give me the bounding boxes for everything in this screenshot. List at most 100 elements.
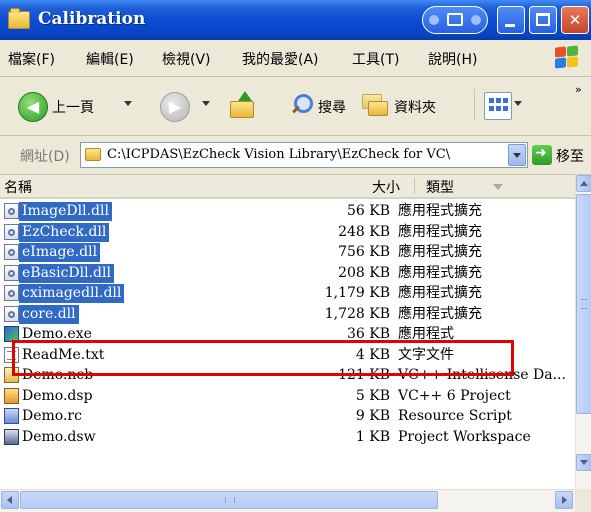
horizontal-scroll-thumb[interactable] xyxy=(20,491,438,509)
header-divider[interactable] xyxy=(414,178,415,194)
dll-file-icon xyxy=(4,264,19,281)
views-dropdown-icon[interactable] xyxy=(514,101,522,106)
vertical-scrollbar[interactable] xyxy=(575,175,591,489)
file-name[interactable]: core.dll xyxy=(19,304,79,324)
dot-icon xyxy=(471,15,481,25)
close-icon: ✕ xyxy=(568,11,582,29)
file-type: 應用程式擴充 xyxy=(398,305,482,322)
toolbar-overflow-icon[interactable]: » xyxy=(575,83,582,96)
file-name[interactable]: eBasicDll.dll xyxy=(19,263,114,283)
file-type: 應用程式擴充 xyxy=(398,264,482,281)
column-type[interactable]: 類型 xyxy=(426,177,454,197)
file-size: 1,179 KB xyxy=(324,285,390,301)
explorer-window: Calibration ✕ 檔案(F) 編輯(E) 檢視(V) 我的最愛(A) … xyxy=(0,0,591,512)
file-size: 208 KB xyxy=(338,264,390,281)
folders-button[interactable]: 資料夾 xyxy=(394,97,436,117)
address-input[interactable]: C:\ICPDAS\EzCheck Vision Library\EzCheck… xyxy=(80,142,528,168)
dll-file-icon xyxy=(4,305,19,322)
file-type: VC++ 6 Project xyxy=(398,387,511,404)
file-row[interactable]: ImageDll.dll 56 KB 應用程式擴充 xyxy=(0,201,575,221)
dll-file-icon xyxy=(4,244,19,260)
file-name[interactable]: Demo.dsp xyxy=(19,387,96,406)
dsw-file-icon xyxy=(4,428,19,445)
back-button[interactable]: ◀ xyxy=(18,92,48,122)
menu-file[interactable]: 檔案(F) xyxy=(8,49,55,69)
arrow-right-icon: ▶ xyxy=(168,97,182,116)
forward-dropdown-icon[interactable] xyxy=(202,101,210,106)
dot-icon xyxy=(429,15,439,25)
file-row[interactable]: eImage.dll 756 KB 應用程式擴充 xyxy=(0,242,575,262)
address-dropdown-button[interactable] xyxy=(508,144,526,166)
file-name[interactable]: Demo.dsw xyxy=(19,428,99,447)
resize-grip[interactable] xyxy=(575,489,591,512)
file-size: 248 KB xyxy=(338,223,390,240)
file-name[interactable]: EzCheck.dll xyxy=(19,222,110,242)
views-button[interactable] xyxy=(484,92,512,120)
search-button[interactable]: 搜尋 xyxy=(318,97,346,117)
file-size: 5 KB xyxy=(355,387,390,404)
file-type: 應用程式擴充 xyxy=(398,285,482,301)
file-type: Project Workspace xyxy=(398,428,531,445)
horizontal-scrollbar[interactable] xyxy=(0,489,575,512)
scroll-left-button[interactable] xyxy=(1,491,19,509)
file-row[interactable]: cximagedll.dll 1,179 KB 應用程式擴充 xyxy=(0,283,575,303)
taskbar-toggle-button[interactable] xyxy=(422,6,488,34)
back-label[interactable]: 上一頁 xyxy=(52,97,94,117)
file-type: 應用程式擴充 xyxy=(398,203,482,219)
windows-logo-icon xyxy=(555,45,579,69)
close-button[interactable]: ✕ xyxy=(561,6,589,34)
menu-help[interactable]: 說明(H) xyxy=(428,49,477,69)
address-path[interactable]: C:\ICPDAS\EzCheck Vision Library\EzCheck… xyxy=(107,147,450,162)
column-name[interactable]: 名稱 xyxy=(4,177,32,197)
forward-button[interactable]: ▶ xyxy=(160,92,190,122)
up-arrow-icon xyxy=(238,91,252,101)
search-icon[interactable] xyxy=(290,94,313,116)
sort-down-icon xyxy=(493,184,503,190)
go-button[interactable]: 移至 xyxy=(556,146,584,166)
folders-icon[interactable] xyxy=(362,94,388,116)
toolbar-separator xyxy=(474,89,475,121)
minimize-button[interactable] xyxy=(497,6,525,34)
file-type: Resource Script xyxy=(398,408,512,424)
file-type: 應用程式擴充 xyxy=(398,244,482,260)
dll-file-icon xyxy=(4,203,19,219)
menu-edit[interactable]: 編輯(E) xyxy=(86,49,134,69)
file-name[interactable]: cximagedll.dll xyxy=(19,284,125,303)
window-icon xyxy=(447,13,463,26)
file-row[interactable]: Demo.rc 9 KB Resource Script xyxy=(0,406,575,426)
file-row[interactable]: core.dll 1,728 KB 應用程式擴充 xyxy=(0,304,575,324)
file-name[interactable]: ImageDll.dll xyxy=(19,202,112,221)
file-size: 9 KB xyxy=(355,408,390,424)
title-bar[interactable]: Calibration ✕ xyxy=(0,0,591,40)
menu-tools[interactable]: 工具(T) xyxy=(352,49,399,69)
maximize-button[interactable] xyxy=(529,6,557,34)
file-name[interactable]: Demo.rc xyxy=(19,407,85,426)
vertical-scroll-thumb[interactable] xyxy=(576,194,591,414)
file-name[interactable]: eImage.dll xyxy=(19,243,101,262)
file-row[interactable]: EzCheck.dll 248 KB 應用程式擴充 xyxy=(0,222,575,242)
column-header: 名稱 大小 類型 xyxy=(0,175,575,199)
file-size: 1 KB xyxy=(355,428,390,445)
window-title: Calibration xyxy=(38,9,146,29)
scroll-down-button[interactable] xyxy=(576,454,591,471)
folder-icon xyxy=(368,101,388,116)
file-size: 756 KB xyxy=(338,244,390,260)
file-row[interactable]: eBasicDll.dll 208 KB 應用程式擴充 xyxy=(0,263,575,283)
file-row[interactable]: Demo.dsw 1 KB Project Workspace xyxy=(0,427,575,447)
dsp-file-icon xyxy=(4,387,19,404)
file-type: 應用程式擴充 xyxy=(398,223,482,240)
go-arrow-icon[interactable] xyxy=(532,145,552,165)
dll-file-icon xyxy=(4,223,19,240)
file-row[interactable]: Demo.dsp 5 KB VC++ 6 Project xyxy=(0,386,575,406)
folder-icon xyxy=(230,101,254,118)
rc-file-icon xyxy=(4,408,19,424)
back-dropdown-icon[interactable] xyxy=(124,101,132,106)
menu-favorites[interactable]: 我的最愛(A) xyxy=(242,49,319,69)
scroll-right-button[interactable] xyxy=(555,491,573,509)
scroll-up-button[interactable] xyxy=(576,175,591,192)
menu-view[interactable]: 檢視(V) xyxy=(162,49,211,69)
dll-file-icon xyxy=(4,285,19,301)
address-bar: 網址(D) C:\ICPDAS\EzCheck Vision Library\E… xyxy=(0,136,591,175)
folder-up-button[interactable] xyxy=(228,91,256,119)
column-size[interactable]: 大小 xyxy=(372,177,400,197)
